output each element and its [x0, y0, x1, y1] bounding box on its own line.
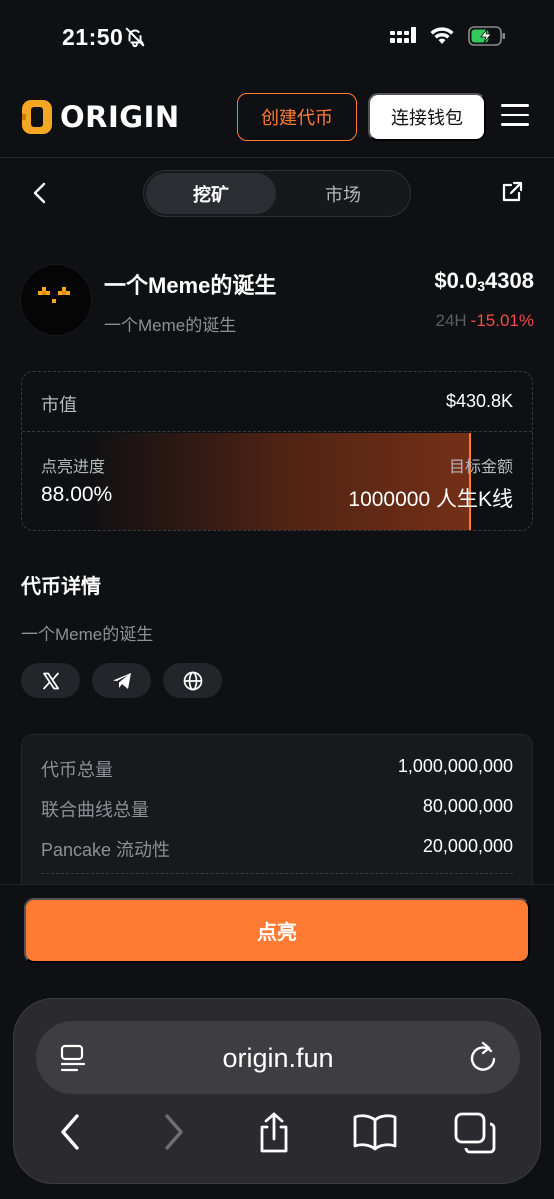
progress-fill — [22, 433, 471, 530]
external-link-icon[interactable] — [500, 180, 524, 209]
progress-value: 88.00% — [41, 483, 113, 506]
address-bar[interactable]: origin.fun — [36, 1021, 520, 1094]
tab-market[interactable]: 市场 — [278, 173, 408, 214]
market-cap-value: $430.8K — [445, 391, 513, 411]
supply-label: 联合曲线总量 — [41, 800, 149, 820]
browser-toolbar: origin.fun — [13, 998, 541, 1184]
logo-text: ORIGIN — [60, 100, 180, 134]
tab-mining[interactable]: 挖矿 — [146, 173, 276, 214]
price-prefix: $0.0 — [434, 268, 478, 293]
hamburger-menu-icon[interactable] — [501, 104, 529, 128]
supply-value: 80,000,000 — [422, 796, 513, 816]
light-up-button[interactable]: 点亮 — [24, 898, 530, 963]
wifi-icon — [430, 27, 454, 50]
supply-row-curve: 联合曲线总量 80,000,000 — [41, 796, 513, 822]
social-links — [21, 663, 222, 698]
token-name: 一个Meme的诞生 — [104, 273, 277, 298]
details-description: 一个Meme的诞生 — [21, 625, 154, 644]
logo[interactable]: ORIGIN — [20, 98, 180, 136]
tabs-icon[interactable] — [454, 1112, 498, 1159]
battery-charging-icon — [468, 26, 506, 51]
app-header: ORIGIN 创建代币 连接钱包 — [0, 80, 554, 158]
price-digits: 4308 — [485, 268, 534, 293]
target-label: 目标金额 — [448, 459, 513, 476]
divider — [41, 873, 513, 874]
status-time: 21:50 — [62, 24, 124, 50]
token-subtitle: 一个Meme的诞生 — [104, 316, 237, 335]
status-bar: 21:50 — [0, 0, 554, 76]
supply-card: 代币总量 1,000,000,000 联合曲线总量 80,000,000 Pan… — [21, 734, 533, 904]
chevron-left-icon[interactable] — [30, 182, 50, 209]
token-avatar — [20, 264, 92, 336]
telegram-icon[interactable] — [92, 663, 151, 698]
price-zeros: 3 — [477, 278, 486, 294]
token-summary: 一个Meme的诞生 一个Meme的诞生 $0.034308 24H -15.01% — [20, 262, 534, 338]
progress-row: 点亮进度 88.00% 目标金额 1000000 人生K线 — [22, 433, 532, 530]
change-value: -15.01% — [470, 311, 534, 330]
create-token-button[interactable]: 创建代币 — [237, 93, 357, 141]
url-text: origin.fun — [222, 1043, 334, 1073]
signal-icon — [390, 27, 416, 50]
details-title: 代币详情 — [21, 576, 101, 598]
tab-switcher: 挖矿 市场 — [143, 170, 411, 217]
share-icon[interactable] — [254, 1112, 294, 1159]
sub-navigation: 挖矿 市场 — [0, 158, 554, 228]
market-cap-label: 市值 — [41, 395, 77, 415]
price-change: 24H -15.01% — [435, 311, 534, 331]
progress-label: 点亮进度 — [41, 459, 106, 476]
supply-value: 1,000,000,000 — [397, 756, 513, 776]
market-cap-row: 市值 $430.8K — [22, 372, 532, 432]
token-price: $0.034308 — [434, 268, 534, 294]
bell-slash-icon — [124, 26, 146, 53]
supply-label: 代币总量 — [41, 760, 113, 780]
connect-wallet-button[interactable]: 连接钱包 — [368, 93, 486, 141]
bookmarks-icon[interactable] — [352, 1112, 398, 1157]
globe-icon[interactable] — [163, 663, 222, 698]
stats-box: 市值 $430.8K 点亮进度 88.00% 目标金额 1000000 人生K线 — [21, 371, 533, 531]
target-value: 1000000 人生K线 — [348, 488, 513, 511]
x-icon[interactable] — [21, 663, 80, 698]
change-label: 24H — [435, 311, 467, 330]
forward-arrow-icon[interactable] — [162, 1112, 186, 1157]
supply-value: 20,000,000 — [422, 836, 513, 856]
supply-label: Pancake 流动性 — [41, 840, 171, 860]
supply-row-total: 代币总量 1,000,000,000 — [41, 756, 513, 782]
reload-icon[interactable] — [468, 1041, 498, 1078]
logo-icon — [20, 98, 54, 136]
back-arrow-icon[interactable] — [58, 1112, 82, 1157]
supply-row-pancake: Pancake 流动性 20,000,000 — [41, 836, 513, 862]
